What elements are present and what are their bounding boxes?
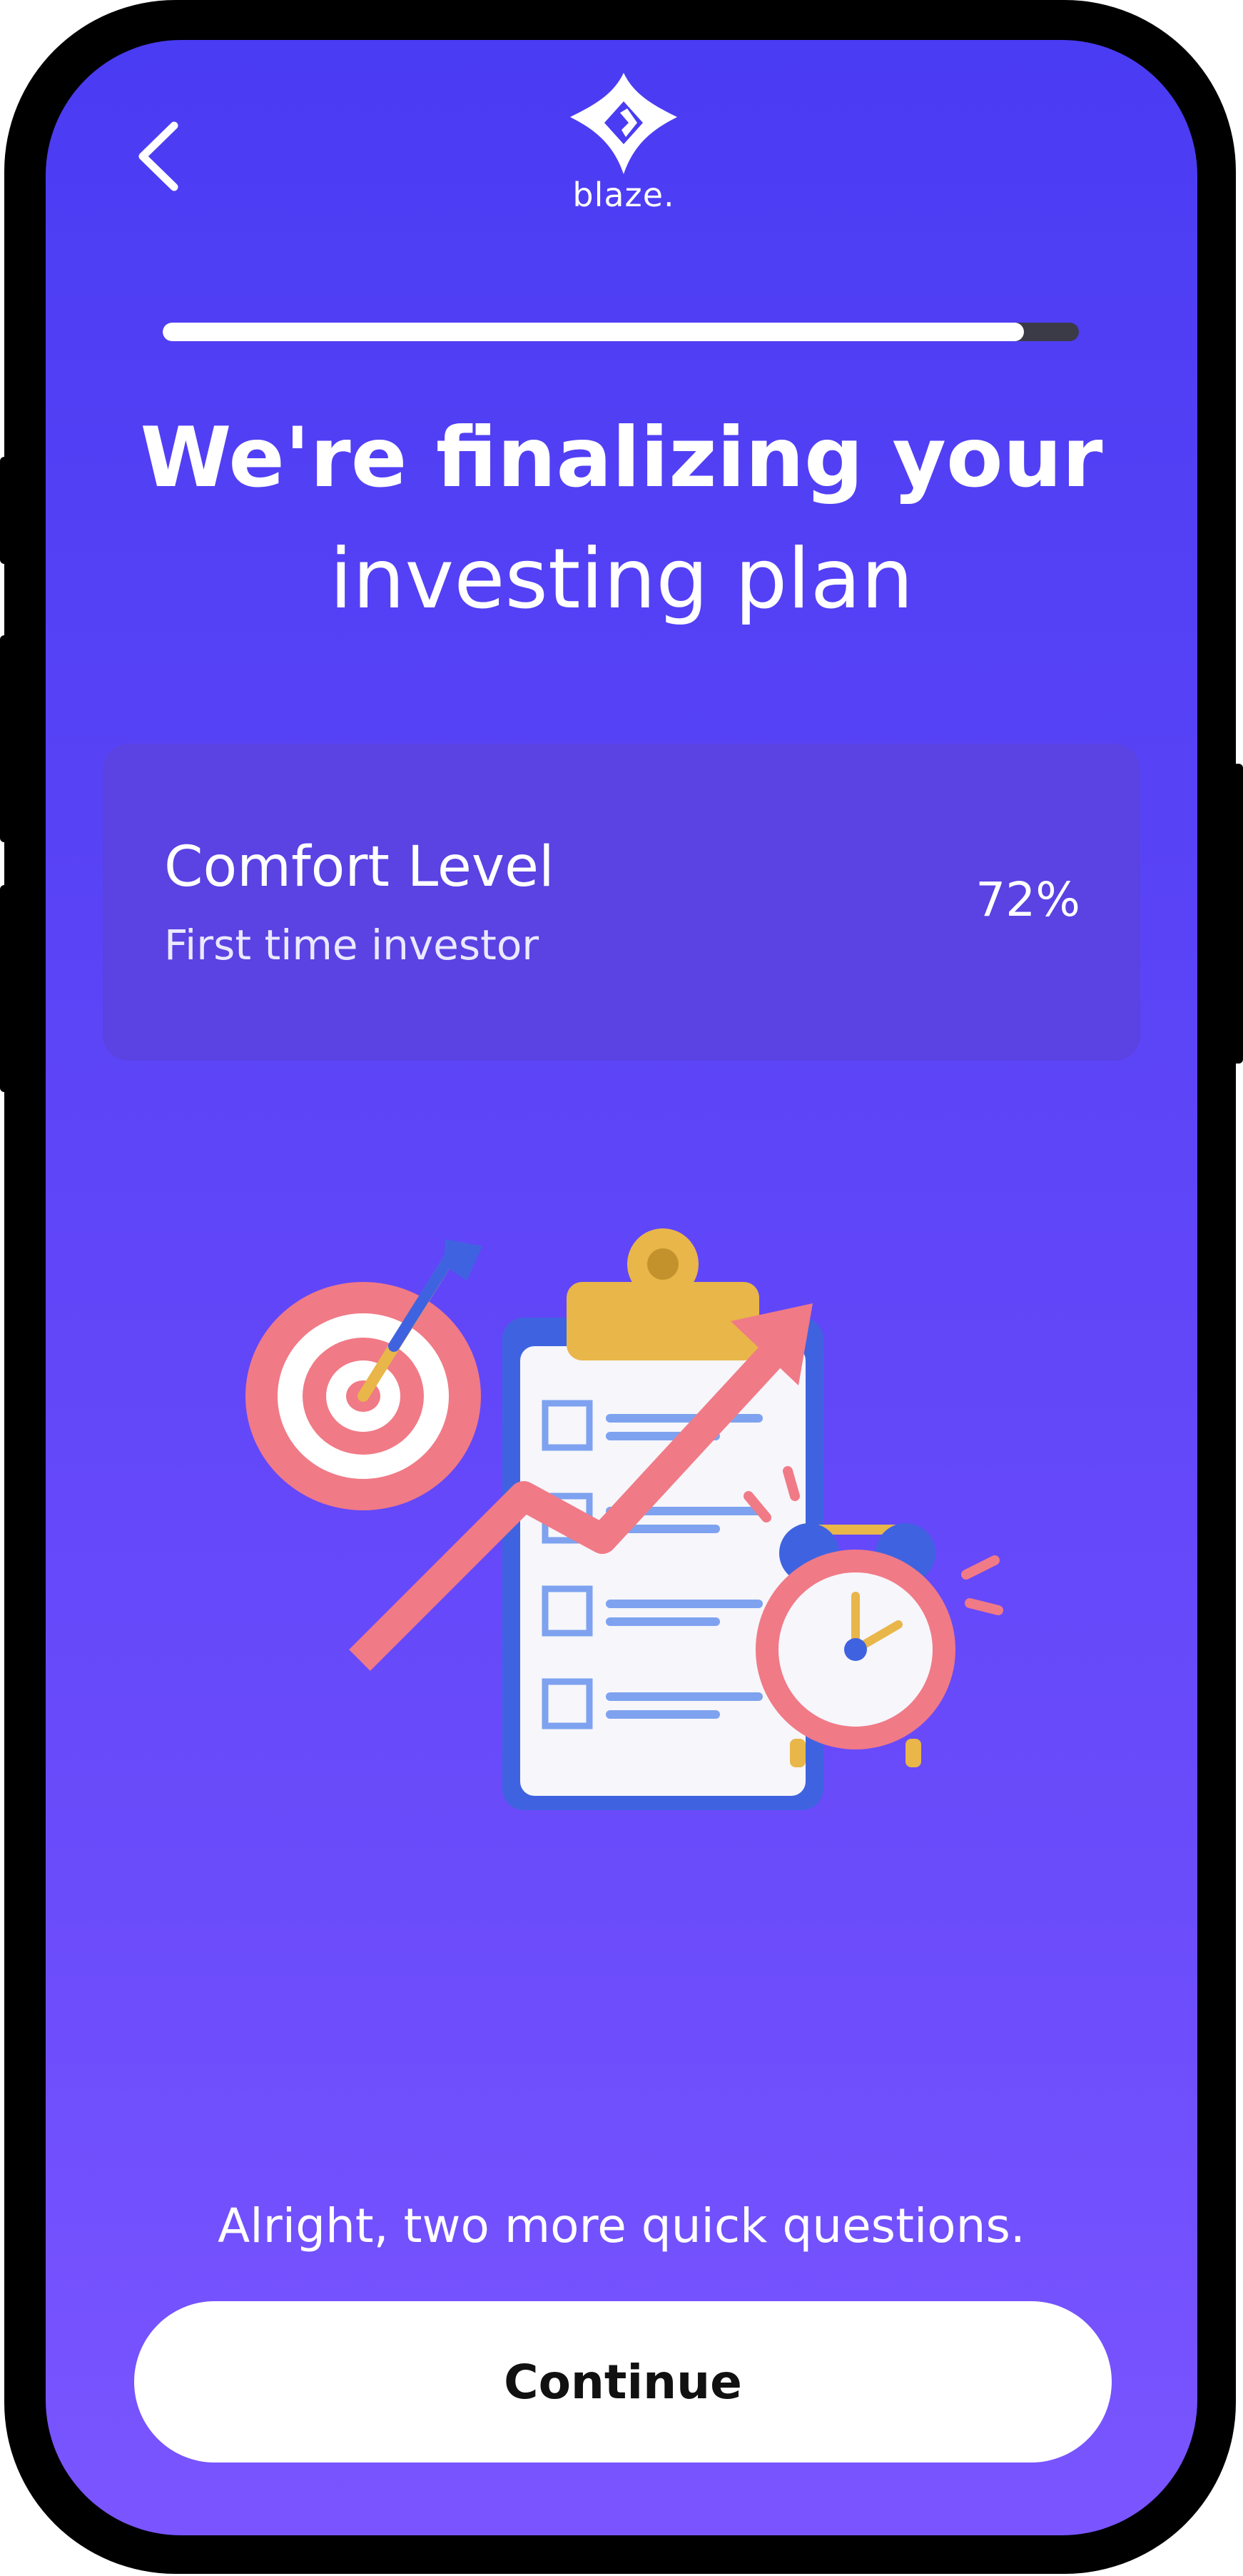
target-dart-icon <box>245 1239 482 1510</box>
continue-button-label: Continue <box>504 2354 742 2410</box>
planning-illustration <box>245 1228 1003 1810</box>
side-button <box>1227 764 1243 1064</box>
chevron-left-icon[interactable] <box>130 117 187 196</box>
continue-button[interactable]: Continue <box>134 2301 1112 2463</box>
card-subtitle: First time investor <box>164 921 539 969</box>
progress-fill <box>163 323 1024 341</box>
comfort-percentage: 72% <box>975 872 1080 927</box>
side-button <box>0 885 16 1092</box>
blaze-diamond-logo-icon <box>570 73 677 174</box>
page-title-line1: We're finalizing your <box>140 410 1103 506</box>
side-button <box>0 457 16 564</box>
comfort-level-card: Comfort Level First time investor 72% <box>103 744 1140 1061</box>
card-title: Comfort Level <box>164 835 554 899</box>
page-title-line2: investing plan <box>329 531 914 627</box>
side-button <box>0 635 16 842</box>
footer-message: Alright, two more quick questions. <box>218 2198 1025 2253</box>
logo-wordmark: blaze. <box>572 176 675 214</box>
app-screen: blaze. We're finalizing your investing p… <box>46 40 1197 2535</box>
progress-bar <box>163 323 1079 341</box>
app-logo: blaze. <box>556 67 691 214</box>
